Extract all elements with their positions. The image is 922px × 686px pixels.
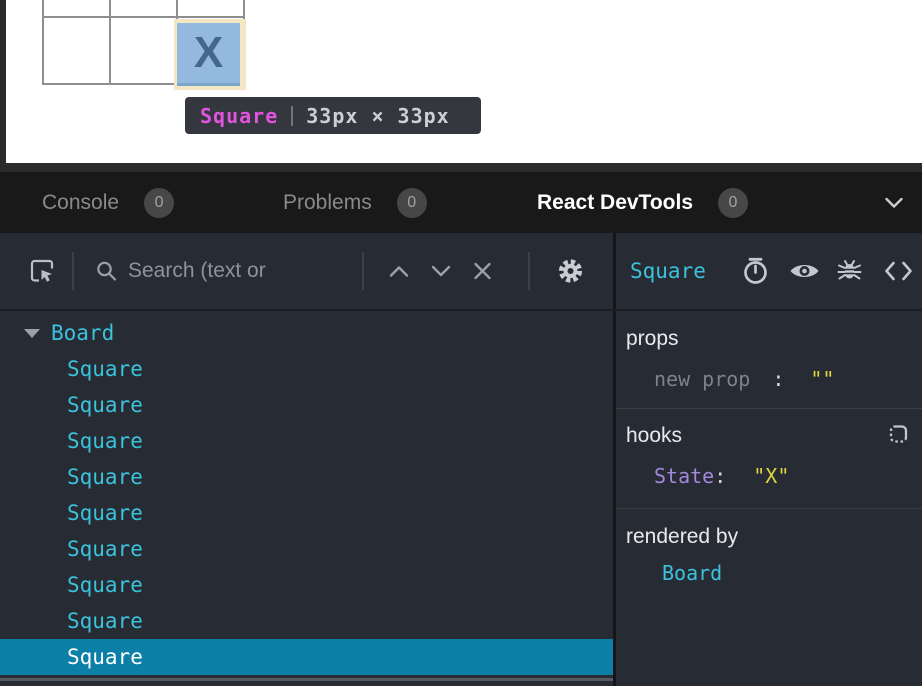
chevron-up-icon [388, 264, 410, 278]
view-source-button[interactable] [884, 261, 913, 282]
eye-icon [789, 260, 820, 283]
toolbar-divider [362, 252, 364, 290]
tab-react-devtools[interactable]: React DevTools 0 [537, 172, 748, 233]
state-value: "X" [753, 464, 789, 488]
rendered-by-link[interactable]: Board [662, 561, 722, 585]
stopwatch-icon [742, 257, 769, 286]
chevron-down-icon [430, 264, 452, 278]
component-name: Square [67, 357, 143, 381]
size-tooltip: Square 33px × 33px [185, 97, 481, 134]
component-name: Square [67, 465, 143, 489]
component-inspector: props new prop: "" hooks State: "X" render… [616, 311, 922, 686]
tab-label: Console [42, 191, 119, 215]
tab-badge: 0 [397, 188, 427, 218]
colon: : [714, 464, 726, 488]
debug-button[interactable] [836, 258, 863, 285]
search-icon [95, 260, 118, 283]
grid-line [42, 0, 44, 85]
hooks-section-title: hooks [626, 424, 682, 448]
component-name: Board [51, 321, 114, 345]
toolbar-divider [528, 252, 530, 290]
tab-bar: Console 0 Problems 0 React DevTools 0 [0, 172, 922, 233]
inspect-element-icon [28, 257, 56, 285]
page-preview: X Square 33px × 33px [0, 0, 922, 163]
inspect-element-button[interactable] [28, 257, 56, 285]
rendered-by-title: rendered by [626, 525, 738, 549]
toolbar-divider [72, 252, 74, 290]
tree-item-square[interactable]: Square [0, 387, 613, 423]
component-name: Square [67, 537, 143, 561]
component-name: Square [67, 573, 143, 597]
profiler-button[interactable] [742, 257, 769, 286]
colon: : [772, 367, 784, 391]
state-label: State [654, 464, 714, 488]
tree-item-square-selected[interactable]: Square [0, 639, 613, 675]
tree-item-square[interactable]: Square [0, 423, 613, 459]
clear-search-button[interactable] [472, 261, 493, 282]
grid-line [42, 16, 245, 18]
new-prop-label[interactable]: new prop [654, 367, 750, 391]
chevron-down-icon [884, 196, 904, 209]
hooks-section: hooks State: "X" [616, 409, 922, 509]
tooltip-dimensions: 33px × 33px [306, 104, 449, 128]
tab-badge: 0 [718, 188, 748, 218]
tab-label: Problems [283, 191, 372, 215]
new-prop-row[interactable]: new prop: "" [654, 367, 834, 391]
tree-item-square[interactable]: Square [0, 459, 613, 495]
tab-console[interactable]: Console 0 [42, 172, 174, 233]
tooltip-component-name: Square [200, 104, 278, 128]
grid-line [109, 0, 111, 85]
component-name: Square [67, 609, 143, 633]
inspect-highlight: X [174, 19, 246, 90]
panel-divider [613, 233, 616, 309]
rendered-by-section: rendered by Board [616, 509, 922, 686]
component-name: Square [67, 645, 143, 669]
devtools-window: X Square 33px × 33px Console 0 Problems … [0, 0, 922, 686]
panel-separator [0, 163, 922, 172]
code-icon [884, 261, 913, 282]
next-result-button[interactable] [430, 264, 452, 278]
new-prop-value[interactable]: "" [810, 367, 834, 391]
devtools-toolbar: Square [0, 233, 922, 311]
board-square-x[interactable]: X [177, 23, 240, 86]
close-icon [472, 261, 493, 282]
settings-button[interactable] [556, 257, 585, 286]
component-tree: Board Square Square Square Square Square… [0, 311, 613, 686]
tree-item-board[interactable]: Board [0, 315, 613, 351]
props-section: props new prop: "" [616, 311, 922, 409]
horizontal-scrollbar[interactable] [0, 678, 613, 681]
component-name: Square [67, 501, 143, 525]
page-left-edge [0, 0, 6, 163]
highlight-updates-button[interactable] [789, 260, 820, 283]
state-hook-row[interactable]: State: "X" [654, 464, 789, 488]
tree-item-square[interactable]: Square [0, 495, 613, 531]
tooltip-divider [291, 106, 293, 126]
component-name: Square [67, 393, 143, 417]
props-section-title: props [626, 327, 679, 351]
tab-label: React DevTools [537, 191, 693, 215]
tree-item-square[interactable]: Square [0, 351, 613, 387]
tree-item-square[interactable]: Square [0, 603, 613, 639]
selected-component-title: Square [630, 259, 706, 283]
component-name: Square [67, 429, 143, 453]
parse-hook-names-button[interactable] [887, 423, 910, 446]
bug-icon [836, 258, 863, 285]
dashed-box-icon [887, 423, 910, 446]
previous-result-button[interactable] [388, 264, 410, 278]
tab-badge: 0 [144, 188, 174, 218]
gear-icon [556, 257, 585, 286]
tree-item-square[interactable]: Square [0, 567, 613, 603]
collapse-panel-button[interactable] [884, 196, 904, 209]
caret-down-icon[interactable] [24, 329, 40, 338]
tab-problems[interactable]: Problems 0 [283, 172, 427, 233]
search-input[interactable] [126, 258, 352, 284]
tree-item-square[interactable]: Square [0, 531, 613, 567]
